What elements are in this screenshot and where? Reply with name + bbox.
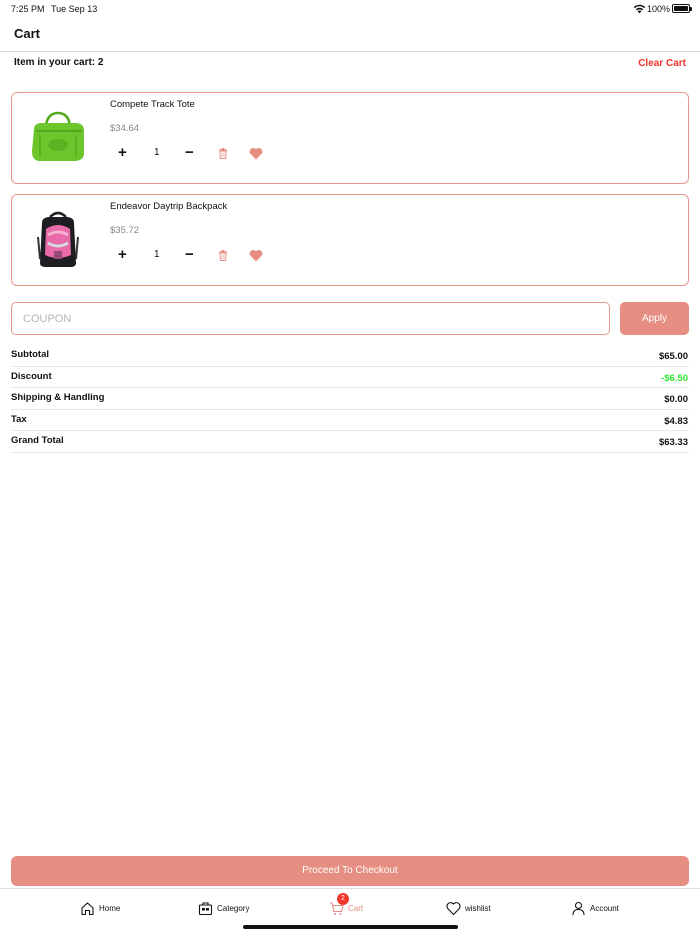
clear-cart-button[interactable]: Clear Cart — [638, 58, 686, 69]
tab-cart[interactable]: 2 Cart — [329, 893, 364, 917]
tab-label: wishlist — [465, 903, 491, 913]
summary-value: -$6.50 — [661, 372, 688, 384]
heart-icon[interactable] — [249, 147, 263, 160]
cart-item-card[interactable]: Endeavor Daytrip Backpack $35.72 + 1 − — [11, 194, 689, 286]
trash-icon[interactable] — [218, 250, 228, 261]
coupon-input[interactable] — [11, 302, 610, 335]
product-name[interactable]: Compete Track Tote — [110, 99, 195, 110]
product-name[interactable]: Endeavor Daytrip Backpack — [110, 201, 227, 212]
product-image-tote[interactable] — [26, 105, 90, 169]
status-date: Tue Sep 13 — [51, 4, 98, 14]
increase-quantity-button[interactable]: + — [118, 144, 127, 162]
tab-label: Account — [590, 903, 619, 913]
proceed-to-checkout-button[interactable]: Proceed To Checkout — [11, 856, 689, 886]
product-price: $35.72 — [110, 225, 140, 236]
increase-quantity-button[interactable]: + — [118, 246, 127, 264]
summary-value: $63.33 — [658, 437, 688, 448]
decrease-quantity-button[interactable]: − — [185, 246, 194, 264]
person-icon — [572, 901, 585, 915]
summary-value: $0.00 — [664, 394, 688, 405]
quantity-value: 1 — [154, 147, 160, 158]
cart-item-card[interactable]: Compete Track Tote $34.64 + 1 − — [11, 92, 689, 184]
trash-icon[interactable] — [218, 148, 228, 159]
tab-home[interactable]: Home — [80, 899, 120, 917]
battery-percentage: 100% — [647, 4, 671, 14]
summary-value: $4.83 — [664, 415, 688, 427]
page-title: Cart — [14, 26, 41, 41]
summary-row-discount: Discount -$6.50 — [11, 367, 689, 388]
tab-account[interactable]: Account — [571, 899, 619, 917]
tab-label: Cart — [348, 903, 364, 913]
product-image-backpack[interactable] — [26, 207, 90, 271]
header-divider — [0, 51, 700, 52]
summary-label: Subtotal — [11, 349, 49, 360]
order-summary: Subtotal $65.00 Discount -$6.50 Shipping… — [11, 345, 689, 453]
summary-row-tax: Tax $4.83 — [11, 410, 689, 431]
summary-row-grand-total: Grand Total $63.33 — [11, 431, 689, 453]
tab-wishlist[interactable]: wishlist — [446, 899, 491, 917]
decrease-quantity-button[interactable]: − — [185, 144, 194, 162]
quantity-value: 1 — [154, 249, 160, 260]
category-icon — [198, 901, 213, 915]
summary-label: Discount — [11, 370, 52, 382]
wifi-icon — [633, 4, 646, 14]
status-time: 7:25 PM — [11, 4, 45, 14]
summary-label: Grand Total — [11, 435, 64, 446]
apply-coupon-button[interactable]: Apply — [620, 302, 689, 335]
summary-row-subtotal: Subtotal $65.00 — [11, 345, 689, 367]
home-indicator — [243, 925, 458, 929]
cart-badge: 2 — [337, 893, 349, 905]
cart-item-count: Item in your cart: 2 — [14, 57, 104, 68]
heart-icon — [446, 901, 461, 915]
heart-icon[interactable] — [249, 249, 263, 262]
tab-label: Home — [99, 903, 121, 913]
home-icon — [81, 901, 94, 915]
summary-row-shipping: Shipping & Handling $0.00 — [11, 388, 689, 410]
tab-label: Category — [217, 903, 250, 913]
summary-label: Shipping & Handling — [11, 392, 105, 403]
battery-icon — [672, 4, 692, 13]
product-price: $34.64 — [110, 123, 140, 134]
status-bar: 7:25 PM Tue Sep 13 100% — [0, 0, 700, 18]
summary-value: $65.00 — [658, 351, 688, 362]
tab-category[interactable]: Category — [198, 899, 249, 917]
summary-label: Tax — [11, 413, 27, 425]
